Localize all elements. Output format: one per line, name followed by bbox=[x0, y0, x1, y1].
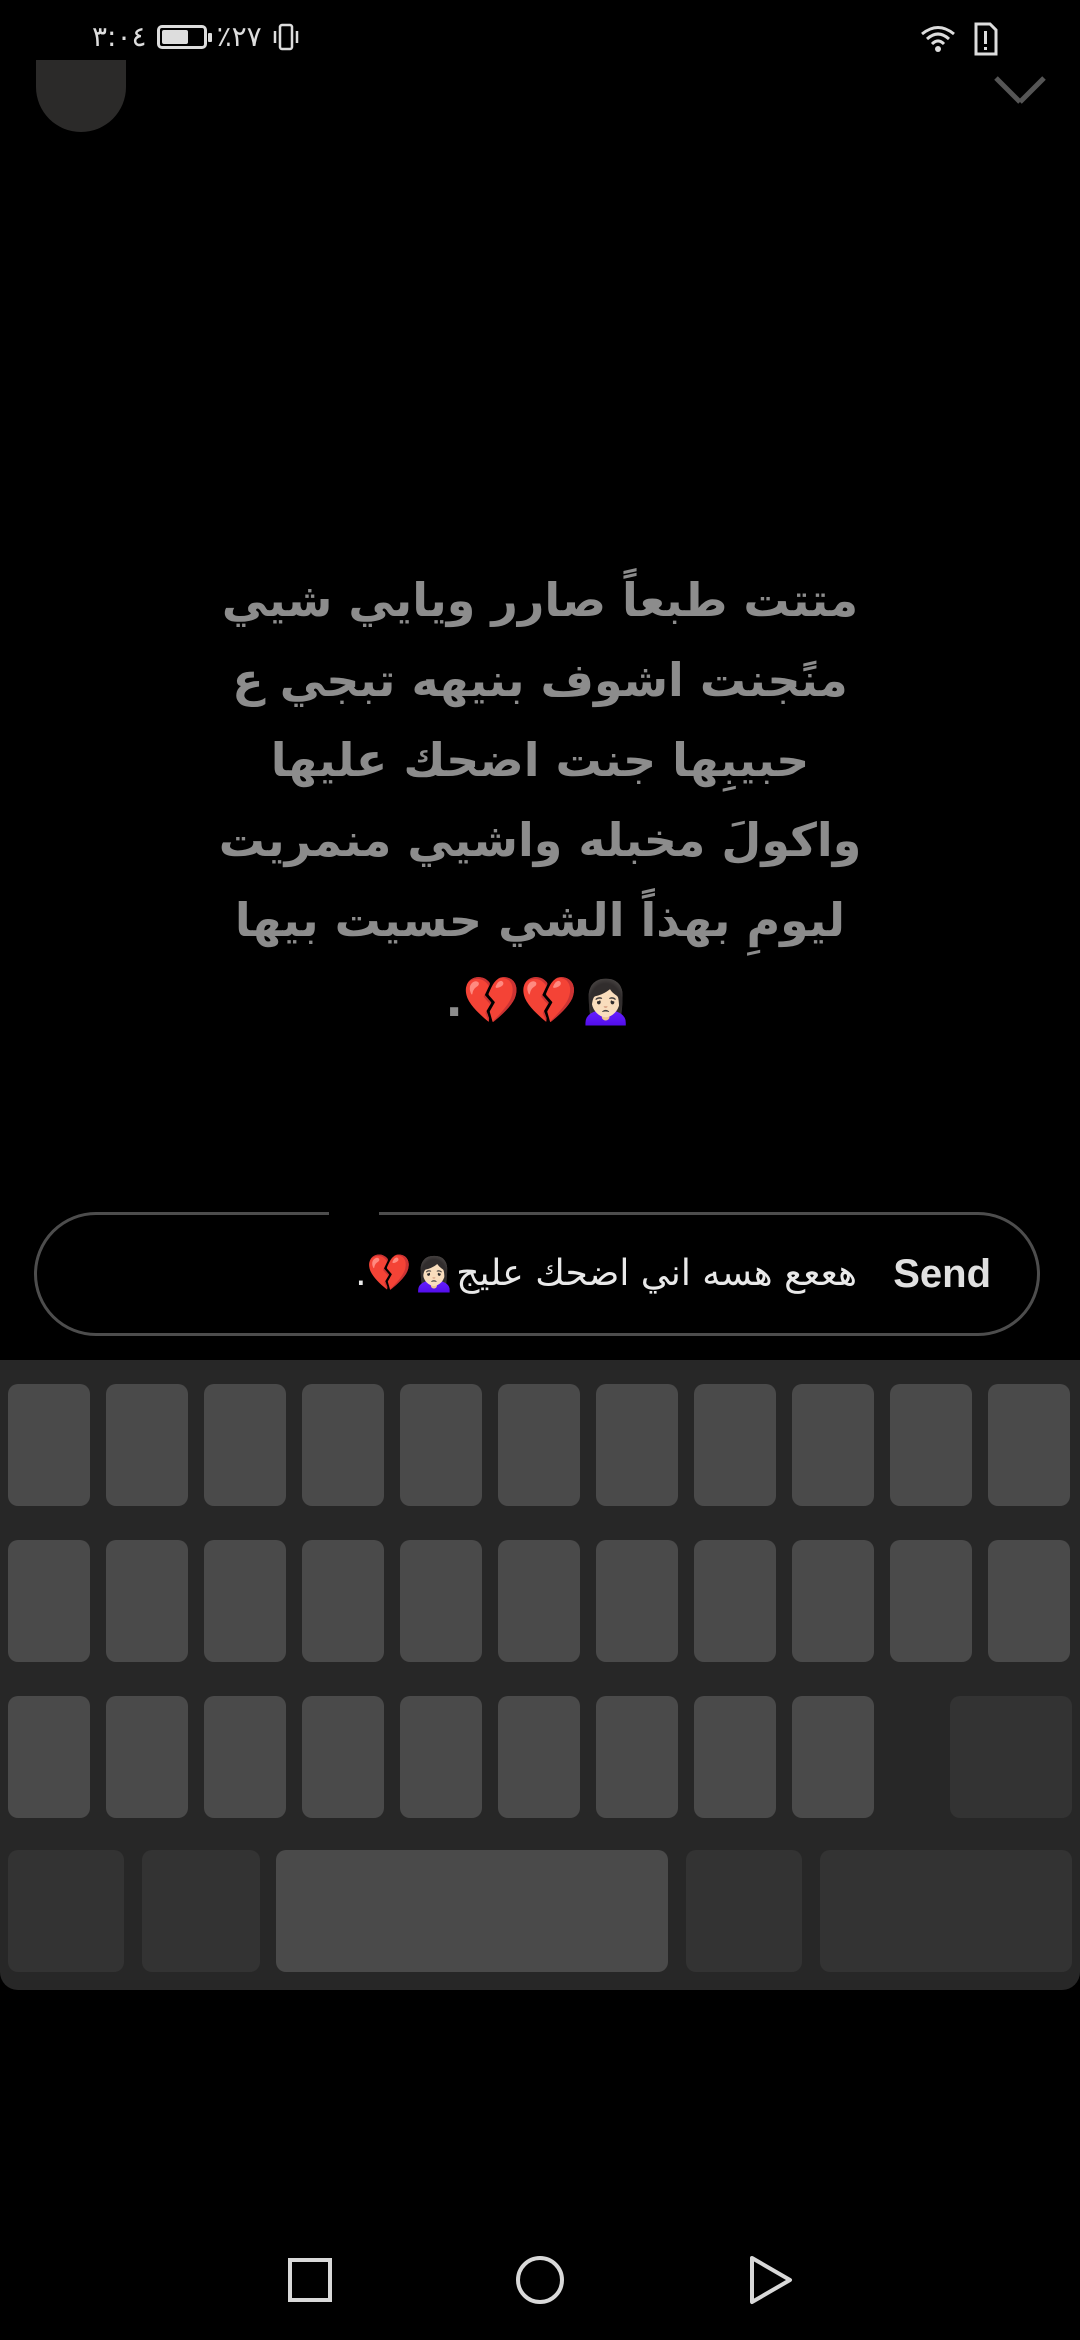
keyboard-key[interactable] bbox=[302, 1540, 384, 1662]
keyboard-key[interactable] bbox=[596, 1696, 678, 1818]
home-icon[interactable] bbox=[510, 2250, 570, 2310]
keyboard-key[interactable] bbox=[792, 1540, 874, 1662]
keyboard-key[interactable] bbox=[988, 1540, 1070, 1662]
punctuation-key[interactable] bbox=[686, 1850, 802, 1972]
keyboard-key[interactable] bbox=[8, 1696, 90, 1818]
keyboard-key[interactable] bbox=[204, 1696, 286, 1818]
keyboard-key[interactable] bbox=[106, 1384, 188, 1506]
wifi-icon bbox=[921, 26, 955, 52]
keyboard-key[interactable] bbox=[106, 1696, 188, 1818]
back-icon[interactable] bbox=[740, 2250, 800, 2310]
story-line: ليومِ بهذاً الشي حسيت بيها bbox=[234, 893, 846, 947]
status-time: ٣:٠٤ bbox=[92, 20, 147, 53]
keyboard bbox=[0, 1360, 1080, 1990]
keyboard-key[interactable] bbox=[8, 1384, 90, 1506]
enter-key[interactable] bbox=[820, 1850, 1072, 1972]
keyboard-key[interactable] bbox=[792, 1696, 874, 1818]
vibrate-icon bbox=[273, 23, 298, 50]
keyboard-key[interactable] bbox=[890, 1540, 972, 1662]
reply-text[interactable]: هععع هسه اني اضحك عليج🙍🏻‍♀️💔. bbox=[355, 1215, 857, 1333]
story-line: متتت طبعاً صارر ويايي شيي bbox=[221, 573, 859, 627]
battery-percent: ٪٢٧ bbox=[216, 20, 262, 53]
recents-icon[interactable] bbox=[280, 2250, 340, 2310]
story-line: 🙍🏻‍♀️💔💔. bbox=[445, 973, 635, 1027]
battery-fill bbox=[161, 29, 188, 44]
keyboard-key[interactable] bbox=[988, 1384, 1070, 1506]
keyboard-key[interactable] bbox=[400, 1540, 482, 1662]
keyboard-key[interactable] bbox=[400, 1696, 482, 1818]
keyboard-key[interactable] bbox=[498, 1540, 580, 1662]
close-icon[interactable] bbox=[990, 72, 1050, 122]
status-right bbox=[918, 22, 998, 56]
story-caption: متتت طبعاً صارر ويايي شيي منًجنت اشوف بن… bbox=[120, 560, 960, 1040]
keyboard-key[interactable] bbox=[694, 1696, 776, 1818]
send-button[interactable]: Send bbox=[893, 1215, 991, 1333]
keyboard-key[interactable] bbox=[792, 1384, 874, 1506]
keyboard-key[interactable] bbox=[498, 1384, 580, 1506]
keyboard-key[interactable] bbox=[204, 1540, 286, 1662]
keyboard-key[interactable] bbox=[890, 1384, 972, 1506]
story-line: واكولَ مخبله واشيي منمريت bbox=[218, 813, 862, 867]
story-line: منًجنت اشوف بنيهه تبجي ع bbox=[232, 653, 848, 707]
keyboard-key[interactable] bbox=[596, 1384, 678, 1506]
numbers-key[interactable] bbox=[8, 1850, 124, 1972]
status-bar: ٣:٠٤ ٪٢٧ bbox=[0, 0, 1080, 84]
status-left: ٣:٠٤ ٪٢٧ bbox=[92, 20, 300, 53]
backspace-key[interactable] bbox=[950, 1696, 1072, 1818]
space-key[interactable] bbox=[276, 1850, 668, 1972]
alert-icon bbox=[974, 22, 998, 56]
keyboard-key[interactable] bbox=[498, 1696, 580, 1818]
keyboard-key[interactable] bbox=[302, 1384, 384, 1506]
navigation-bar bbox=[0, 2220, 1080, 2340]
keyboard-key[interactable] bbox=[302, 1696, 384, 1818]
avatar[interactable] bbox=[36, 60, 126, 132]
keyboard-key[interactable] bbox=[400, 1384, 482, 1506]
keyboard-key[interactable] bbox=[694, 1540, 776, 1662]
keyboard-key[interactable] bbox=[204, 1384, 286, 1506]
battery-icon bbox=[156, 24, 212, 49]
keyboard-key[interactable] bbox=[106, 1540, 188, 1662]
keyboard-key[interactable] bbox=[596, 1540, 678, 1662]
language-key[interactable] bbox=[142, 1850, 260, 1972]
reply-field[interactable]: هععع هسه اني اضحك عليج🙍🏻‍♀️💔. Send bbox=[34, 1209, 1040, 1336]
story-line: حبيبِها جنت اضحك عليها bbox=[270, 733, 810, 787]
keyboard-key[interactable] bbox=[694, 1384, 776, 1506]
keyboard-key[interactable] bbox=[8, 1540, 90, 1662]
